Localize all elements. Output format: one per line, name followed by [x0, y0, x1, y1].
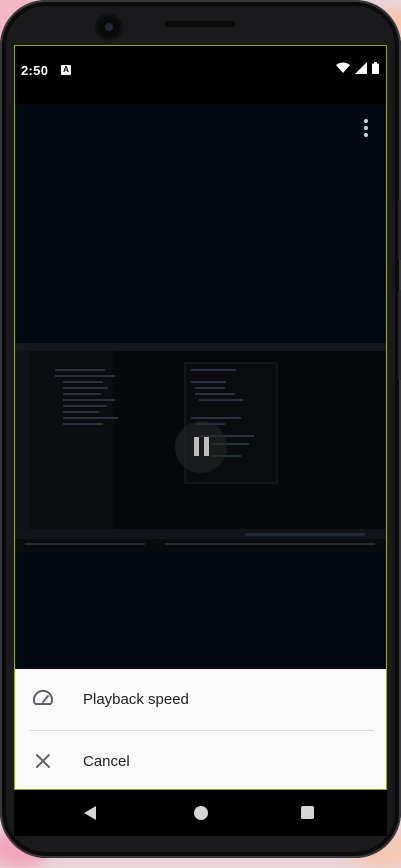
wifi-icon — [336, 62, 350, 73]
notification-badge-icon: A — [61, 65, 71, 75]
back-icon[interactable] — [84, 806, 96, 820]
recents-icon[interactable] — [301, 806, 314, 819]
speed-gauge-icon — [33, 689, 53, 705]
phone-frame: 2:50 A Playback speed Cancel — [0, 0, 401, 858]
cancel-label: Cancel — [83, 752, 130, 770]
home-icon[interactable] — [194, 806, 208, 820]
status-bar: 2:50 A — [15, 46, 386, 104]
battery-icon — [372, 62, 379, 74]
bottom-sheet: Playback speed Cancel — [15, 669, 386, 789]
status-time: 2:50 — [21, 63, 49, 78]
status-icons — [336, 62, 379, 74]
pause-icon[interactable] — [175, 421, 227, 473]
front-camera — [98, 16, 120, 38]
cancel-option[interactable]: Cancel — [15, 731, 386, 789]
playback-speed-label: Playback speed — [83, 690, 189, 708]
close-icon — [36, 754, 50, 768]
playback-speed-option[interactable]: Playback speed — [15, 669, 386, 729]
navigation-bar — [14, 790, 387, 836]
screen: 2:50 A Playback speed Cancel — [14, 45, 387, 790]
signal-icon — [355, 62, 367, 74]
more-vert-icon[interactable] — [362, 119, 370, 137]
earpiece-speaker — [165, 21, 235, 27]
